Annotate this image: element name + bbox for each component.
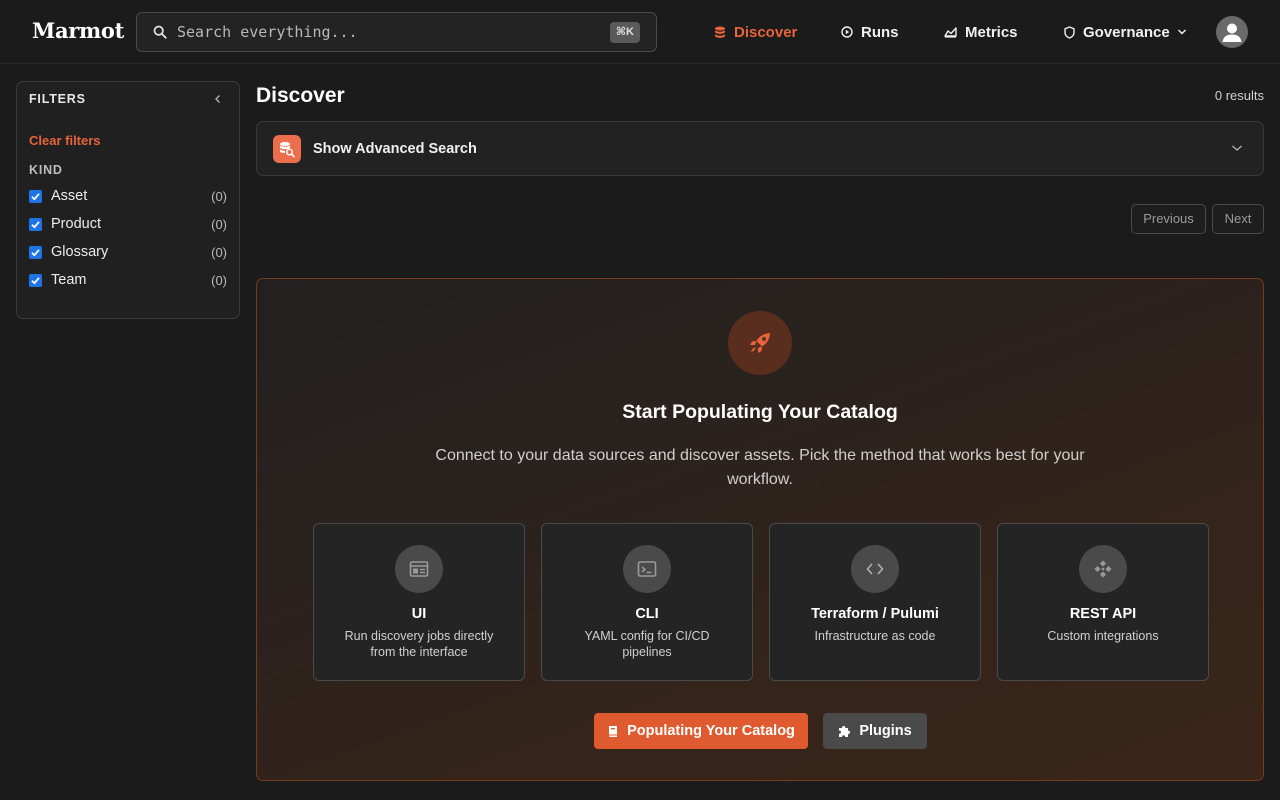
card-description: Infrastructure as code <box>814 629 936 643</box>
kind-filter-heading: KIND <box>29 163 63 177</box>
catalog-empty-title: Start Populating Your Catalog <box>622 401 898 423</box>
method-card-ui[interactable]: UI Run discovery jobs directly from the … <box>313 523 525 681</box>
book-icon <box>609 725 618 737</box>
filter-kind-glossary[interactable]: Glossary (0) <box>29 243 227 263</box>
browser-window-icon <box>395 545 443 593</box>
puzzle-piece-icon <box>839 725 851 737</box>
method-card-rest-api[interactable]: REST API Custom integrations <box>997 523 1209 681</box>
nav-runs[interactable]: Runs <box>841 20 899 44</box>
checkbox-glossary[interactable] <box>29 246 42 259</box>
plugins-button[interactable]: Plugins <box>823 713 927 749</box>
advanced-search-icon <box>273 135 301 163</box>
clear-filters-link[interactable]: Clear filters <box>29 133 101 148</box>
card-description: Custom integrations <box>1047 629 1159 643</box>
method-card-terraform[interactable]: Terraform / Pulumi Infrastructure as cod… <box>769 523 981 681</box>
rocket-icon <box>728 311 792 375</box>
results-count: 0 results <box>1214 88 1264 103</box>
filter-kind-product[interactable]: Product (0) <box>29 215 227 235</box>
filter-count: (0) <box>211 273 227 288</box>
card-description: Run discovery jobs directly from the int… <box>344 629 494 659</box>
filters-title: FILTERS <box>29 92 86 106</box>
filters-panel: FILTERS Clear filters KIND Asset (0) Pro… <box>16 81 240 319</box>
database-icon <box>715 26 725 38</box>
nav-runs-label: Runs <box>861 23 899 41</box>
checkbox-asset[interactable] <box>29 190 42 203</box>
filter-label: Team <box>51 272 87 288</box>
play-circle-icon <box>841 26 853 38</box>
card-title: REST API <box>1069 606 1137 622</box>
global-search[interactable]: ⌘K <box>136 12 657 52</box>
search-input[interactable] <box>177 13 617 51</box>
page-title: Discover <box>256 84 345 107</box>
app-logo[interactable]: Marmot <box>32 18 124 43</box>
nav-governance-label: Governance <box>1083 23 1170 41</box>
checkbox-team[interactable] <box>29 274 42 287</box>
filter-label: Asset <box>51 188 88 204</box>
populating-catalog-button[interactable]: Populating Your Catalog <box>594 713 808 749</box>
method-card-cli[interactable]: CLI YAML config for CI/CD pipelines <box>541 523 753 681</box>
shield-icon <box>1064 25 1075 39</box>
top-bar: Marmot ⌘K Discover Runs Metrics <box>0 0 1280 64</box>
terminal-icon <box>623 545 671 593</box>
code-brackets-icon <box>851 545 899 593</box>
filter-count: (0) <box>211 245 227 260</box>
api-nodes-icon <box>1079 545 1127 593</box>
filter-count: (0) <box>211 189 227 204</box>
nav-discover[interactable]: Discover <box>714 20 797 44</box>
next-page-button[interactable]: Next <box>1212 204 1264 234</box>
user-icon <box>1222 23 1242 42</box>
previous-page-button[interactable]: Previous <box>1131 204 1206 234</box>
card-description: YAML config for CI/CD pipelines <box>584 629 710 659</box>
chevron-left-icon[interactable] <box>213 93 223 105</box>
checkbox-product[interactable] <box>29 218 42 231</box>
chevron-down-icon <box>1177 29 1186 35</box>
user-avatar[interactable] <box>1216 16 1248 48</box>
search-icon <box>153 25 167 39</box>
filter-label: Glossary <box>51 244 109 260</box>
card-title: CLI <box>635 606 659 622</box>
check-icon <box>31 249 40 257</box>
filter-label: Product <box>51 216 101 232</box>
filter-count: (0) <box>211 217 227 232</box>
filter-kind-asset[interactable]: Asset (0) <box>29 187 227 207</box>
check-icon <box>31 193 40 201</box>
chevron-down-icon <box>1232 145 1242 151</box>
card-title: UI <box>411 606 427 622</box>
filter-kind-team[interactable]: Team (0) <box>29 271 227 291</box>
nav-metrics[interactable]: Metrics <box>944 20 1018 44</box>
populating-catalog-label: Populating Your Catalog <box>627 723 795 739</box>
advanced-search-label: Show Advanced Search <box>313 141 477 157</box>
check-icon <box>31 221 40 229</box>
nav-discover-label: Discover <box>734 23 798 41</box>
check-icon <box>31 277 40 285</box>
nav-metrics-label: Metrics <box>965 23 1018 41</box>
nav-governance[interactable]: Governance <box>1064 20 1187 44</box>
advanced-search-toggle[interactable]: Show Advanced Search <box>256 121 1264 176</box>
plugins-label: Plugins <box>859 723 912 739</box>
chart-area-icon <box>944 27 957 38</box>
search-shortcut-badge: ⌘K <box>609 22 640 43</box>
empty-catalog-panel: Start Populating Your Catalog Connect to… <box>256 278 1264 781</box>
catalog-empty-subtitle: Connect to your data sources and discove… <box>435 447 1085 488</box>
card-title: Terraform / Pulumi <box>811 606 939 622</box>
